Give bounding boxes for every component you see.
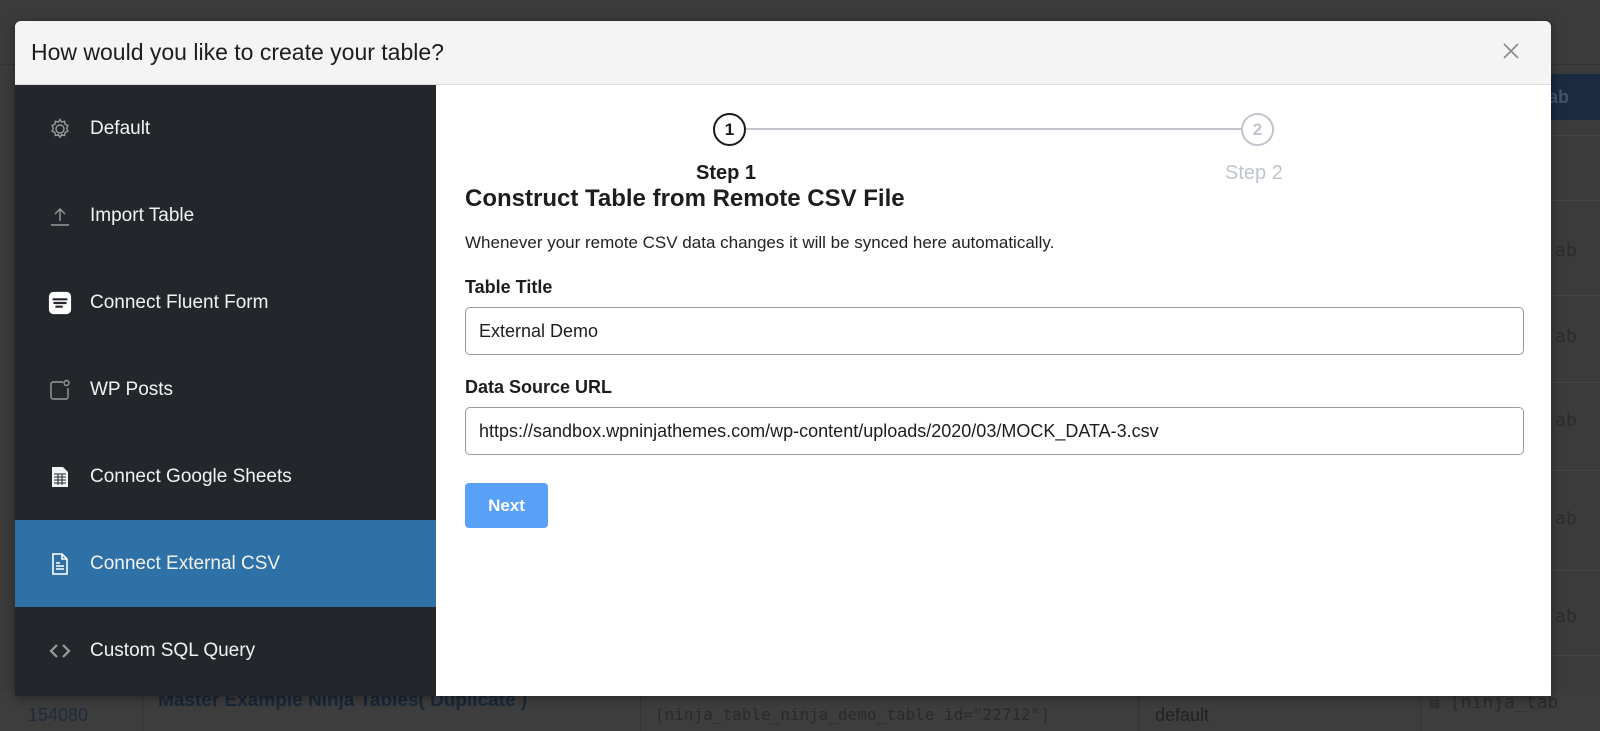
main-content: 1 2 Step 1 Step 2 Construct Table from R… <box>436 85 1551 696</box>
background-row-divider <box>1550 382 1600 383</box>
close-button[interactable] <box>1501 41 1521 61</box>
background-cell: ab <box>1555 410 1577 431</box>
sidebar-item-label: Import Table <box>90 204 195 226</box>
background-col-divider <box>142 690 143 731</box>
table-title-input[interactable] <box>465 307 1524 355</box>
background-cell: ab <box>1555 240 1577 261</box>
fluent-form-icon <box>48 291 72 315</box>
background-row-divider <box>1550 655 1600 656</box>
background-cell: ab <box>1555 508 1577 529</box>
background-row-divider <box>1550 570 1600 571</box>
post-icon <box>48 378 72 402</box>
background-row-divider <box>1550 135 1600 136</box>
background-row-type: default <box>1155 705 1210 725</box>
background-col-divider <box>640 690 641 731</box>
background-col-divider <box>1138 690 1139 731</box>
sidebar-item-custom-sql-query[interactable]: Custom SQL Query <box>15 607 436 694</box>
modal-header: How would you like to create your table? <box>15 21 1551 85</box>
step-1-circle: 1 <box>713 113 746 146</box>
sidebar: Default Import Table Connect Fluent Form… <box>15 85 436 696</box>
step-2-circle: 2 <box>1241 113 1274 146</box>
sidebar-item-connect-fluent-form[interactable]: Connect Fluent Form <box>15 259 436 346</box>
sidebar-item-import-table[interactable]: Import Table <box>15 172 436 259</box>
sidebar-item-connect-external-csv[interactable]: Connect External CSV <box>15 520 436 607</box>
table-title-label: Table Title <box>465 277 553 297</box>
data-source-url-label: Data Source URL <box>465 377 613 397</box>
sidebar-item-label: Default <box>90 117 151 139</box>
background-row-id: 154080 <box>28 705 89 725</box>
step-2-label: Step 2 <box>1225 162 1283 184</box>
code-icon <box>48 639 72 663</box>
background-button: ab <box>1544 74 1600 120</box>
background-row-divider <box>1550 200 1600 201</box>
sidebar-item-label: Custom SQL Query <box>90 639 256 661</box>
sidebar-item-label: Connect Fluent Form <box>90 291 269 313</box>
sidebar-item-label: Connect Google Sheets <box>90 465 292 487</box>
sidebar-item-label: Connect External CSV <box>90 552 281 574</box>
sidebar-item-default[interactable]: Default <box>15 85 436 172</box>
sidebar-item-label: WP Posts <box>90 378 174 400</box>
document-icon: ▤ <box>1430 694 1440 712</box>
background-col-divider <box>1420 690 1421 731</box>
background-row-divider <box>1550 295 1600 296</box>
step-connector <box>746 128 1241 130</box>
steps-indicator: 1 2 Step 1 Step 2 <box>465 85 1525 190</box>
sidebar-item-connect-google-sheets[interactable]: Connect Google Sheets <box>15 433 436 520</box>
modal-title: How would you like to create your table? <box>31 39 444 65</box>
spreadsheet-icon <box>48 465 72 489</box>
background-cell: ab <box>1555 326 1577 347</box>
section-description: Whenever your remote CSV data changes it… <box>465 233 1055 252</box>
step-1-label: Step 1 <box>696 162 757 184</box>
background-row-shortcode: [ninja_table_ninja_demo_table id="22712"… <box>655 705 1050 724</box>
create-table-modal: How would you like to create your table?… <box>15 21 1551 696</box>
background-row-divider <box>1550 470 1600 471</box>
data-source-url-input[interactable] <box>465 407 1524 455</box>
next-button[interactable]: Next <box>465 483 548 528</box>
close-icon <box>1503 43 1519 59</box>
background-cell: ab <box>1555 606 1577 627</box>
gear-icon <box>48 117 72 141</box>
upload-icon <box>48 204 72 228</box>
sidebar-item-wp-posts[interactable]: WP Posts <box>15 346 436 433</box>
document-icon <box>48 552 72 576</box>
